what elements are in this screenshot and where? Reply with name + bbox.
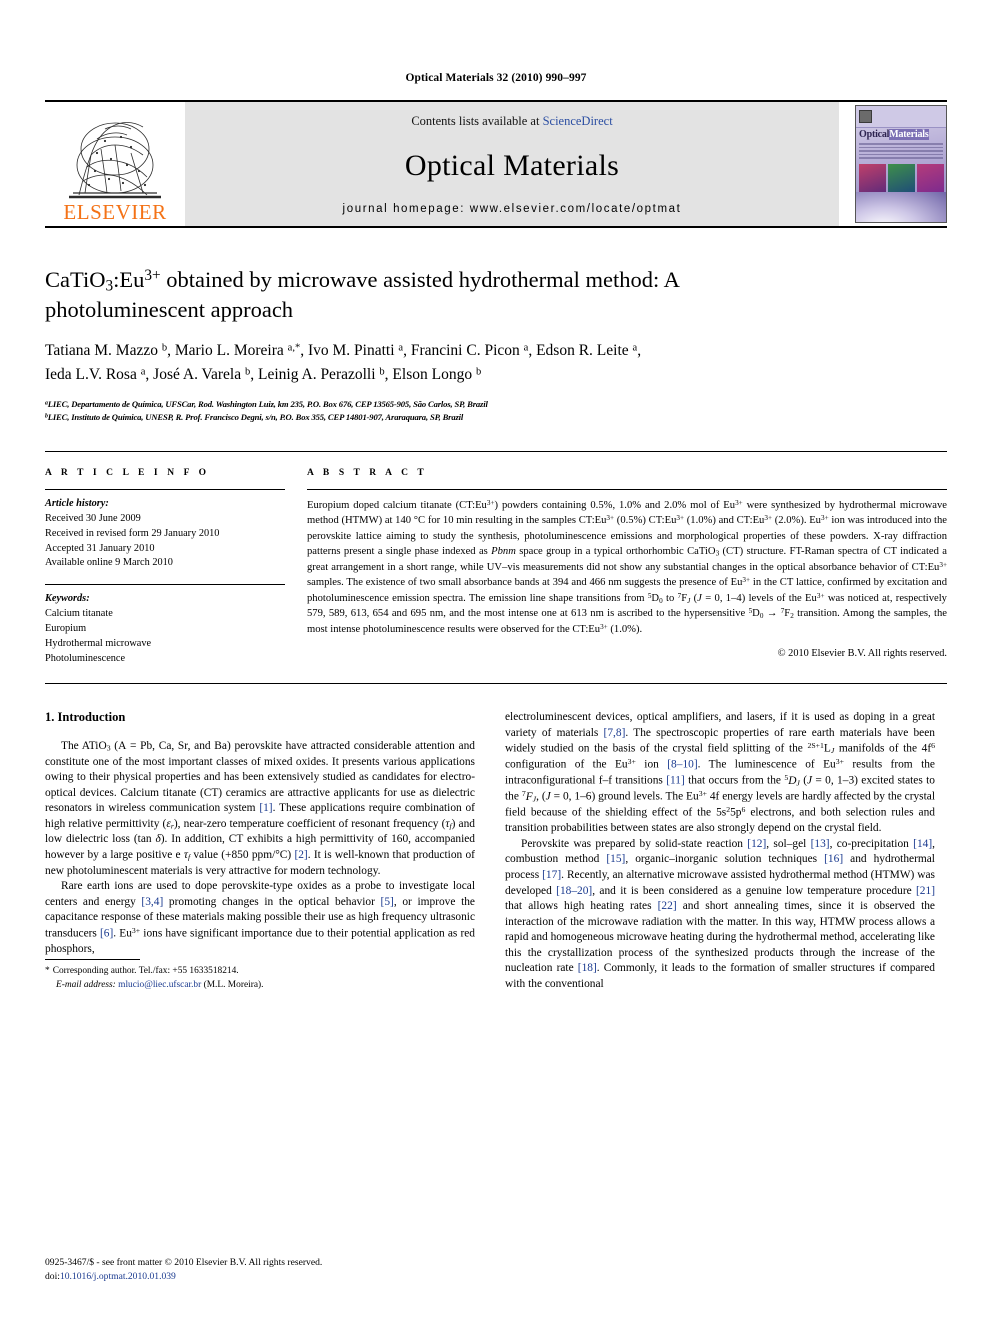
- journal-cover-thumbnail: OpticalMaterials: [839, 102, 947, 226]
- email-label: E-mail address:: [56, 979, 116, 990]
- journal-banner-center: Contents lists available at ScienceDirec…: [185, 102, 839, 226]
- footnote-block: * Corresponding author. Tel./fax: +55 163…: [45, 959, 475, 992]
- sciencedirect-link[interactable]: ScienceDirect: [543, 114, 613, 128]
- body-column-right: electroluminescent devices, optical ampl…: [505, 710, 935, 993]
- info-abstract-section: A R T I C L E I N F O Article history: R…: [45, 450, 947, 667]
- email-link[interactable]: mlucio@liec.ufscar.br: [118, 980, 201, 990]
- journal-title: Optical Materials: [404, 149, 620, 182]
- divider: [307, 488, 947, 490]
- article-history-group: Article history: Received 30 June 2009 R…: [45, 497, 285, 572]
- article-info-heading: A R T I C L E I N F O: [45, 467, 210, 478]
- asterisk-icon: *: [45, 966, 50, 977]
- cover-photo-strip: [859, 164, 944, 194]
- citation-link[interactable]: [16]: [824, 853, 843, 865]
- contents-available-line: Contents lists available at ScienceDirec…: [411, 114, 612, 129]
- abstract-text: Europium doped calcium titanate (CT:Eu3+…: [307, 498, 947, 636]
- cover-wave-graphic: [856, 192, 946, 222]
- author-list: Tatiana M. Mazzo b, Mario L. Moreira a,*…: [45, 342, 642, 384]
- citation-link[interactable]: [14]: [913, 838, 932, 850]
- body-column-left: 1. Introduction The ATiO3 (A = Pb, Ca, S…: [45, 710, 475, 993]
- elsevier-wordmark: ELSEVIER: [63, 200, 167, 224]
- running-head: Optical Materials 32 (2010) 990–997: [405, 72, 587, 84]
- cover-badge-icon: [859, 110, 872, 123]
- citation-link[interactable]: [21]: [916, 885, 935, 897]
- affiliation-a: aLIEC, Departamento de Química, UFSCar, …: [45, 399, 488, 410]
- abstract-copyright: © 2010 Elsevier B.V. All rights reserved…: [777, 647, 947, 659]
- page-title: CaTiO3:Eu3+ obtained by microwave assist…: [45, 267, 680, 322]
- citation-link[interactable]: [8–10]: [667, 759, 697, 771]
- citation-link[interactable]: [13]: [811, 838, 830, 850]
- cover-art: OpticalMaterials: [855, 105, 947, 223]
- paragraph: Rare earth ions are used to dope perovsk…: [45, 880, 475, 955]
- footnote-corresponding-author: * Corresponding author. Tel./fax: +55 163…: [45, 966, 264, 990]
- divider: [45, 584, 285, 586]
- paper-page: Optical Materials 32 (2010) 990–997 ELSE…: [0, 0, 992, 1323]
- citation-link[interactable]: [18–20]: [556, 885, 592, 897]
- cover-text-lines: [859, 143, 943, 161]
- doi-link[interactable]: 10.1016/j.optmat.2010.01.039: [60, 1271, 176, 1282]
- contents-prefix: Contents lists available at: [411, 114, 543, 128]
- paragraph: The ATiO3 (A = Pb, Ca, Sr, and Ba) perov…: [45, 740, 475, 877]
- citation-link[interactable]: [5]: [381, 896, 394, 908]
- affiliation-b: bLIEC, Instituto de Química, UNESP, R. P…: [45, 411, 464, 422]
- citation-link[interactable]: [3,4]: [141, 896, 163, 908]
- article-info-column: A R T I C L E I N F O Article history: R…: [45, 452, 307, 667]
- history-item: Accepted 31 January 2010: [45, 542, 155, 554]
- paragraph: Perovskite was prepared by solid-state r…: [505, 837, 935, 990]
- citation-link[interactable]: [12]: [747, 838, 766, 850]
- keyword-item: Europium: [45, 623, 87, 635]
- citation-link[interactable]: [11]: [666, 775, 685, 787]
- history-item: Received 30 June 2009: [45, 512, 141, 524]
- elsevier-logo: ELSEVIER: [45, 102, 185, 226]
- abstract-heading: A B S T R A C T: [307, 467, 428, 478]
- journal-banner: ELSEVIER Contents lists available at Sci…: [45, 100, 947, 228]
- journal-homepage[interactable]: journal homepage: www.elsevier.com/locat…: [343, 203, 682, 215]
- body-columns: 1. Introduction The ATiO3 (A = Pb, Ca, S…: [45, 710, 947, 993]
- cover-title: OpticalMaterials: [859, 129, 929, 140]
- section-title-introduction: 1. Introduction: [45, 710, 126, 724]
- citation-link[interactable]: [15]: [606, 853, 625, 865]
- citation-link[interactable]: [6]: [100, 927, 113, 939]
- elsevier-tree-icon: [61, 109, 169, 201]
- keywords-group: Keywords: Calcium titanate Europium Hydr…: [45, 592, 285, 667]
- title-block: CaTiO3:Eu3+ obtained by microwave assist…: [45, 266, 947, 423]
- keywords-label: Keywords:: [45, 593, 90, 605]
- divider: [45, 488, 285, 490]
- keyword-item: Calcium titanate: [45, 608, 113, 620]
- citation-link[interactable]: [7,8]: [604, 727, 626, 739]
- citation-link[interactable]: [18]: [578, 962, 597, 974]
- issn-line: 0925-3467/$ - see front matter © 2010 El…: [45, 1257, 323, 1269]
- divider: [45, 683, 947, 684]
- history-item: Received in revised form 29 January 2010: [45, 527, 220, 539]
- keyword-item: Photoluminescence: [45, 653, 126, 665]
- keyword-item: Hydrothermal microwave: [45, 638, 152, 650]
- article-history-label: Article history:: [45, 497, 109, 509]
- footnote-divider: [45, 959, 140, 961]
- citation-link[interactable]: [22]: [658, 900, 677, 912]
- doi-line: doi:10.1016/j.optmat.2010.01.039: [45, 1270, 176, 1282]
- abstract-column: A B S T R A C T Europium doped calcium t…: [307, 452, 947, 667]
- history-item: Available online 9 March 2010: [45, 557, 173, 569]
- imprint-block: 0925-3467/$ - see front matter © 2010 El…: [45, 1256, 475, 1283]
- citation-link[interactable]: [1]: [259, 802, 272, 814]
- affiliation-list: aLIEC, Departamento de Química, UFSCar, …: [45, 398, 947, 422]
- paragraph: electroluminescent devices, optical ampl…: [505, 711, 936, 835]
- cover-header-band: [856, 106, 946, 128]
- citation-link[interactable]: [17]: [542, 869, 561, 881]
- email-owner: (M.L. Moreira).: [203, 979, 264, 990]
- citation-link[interactable]: [2]: [294, 849, 307, 861]
